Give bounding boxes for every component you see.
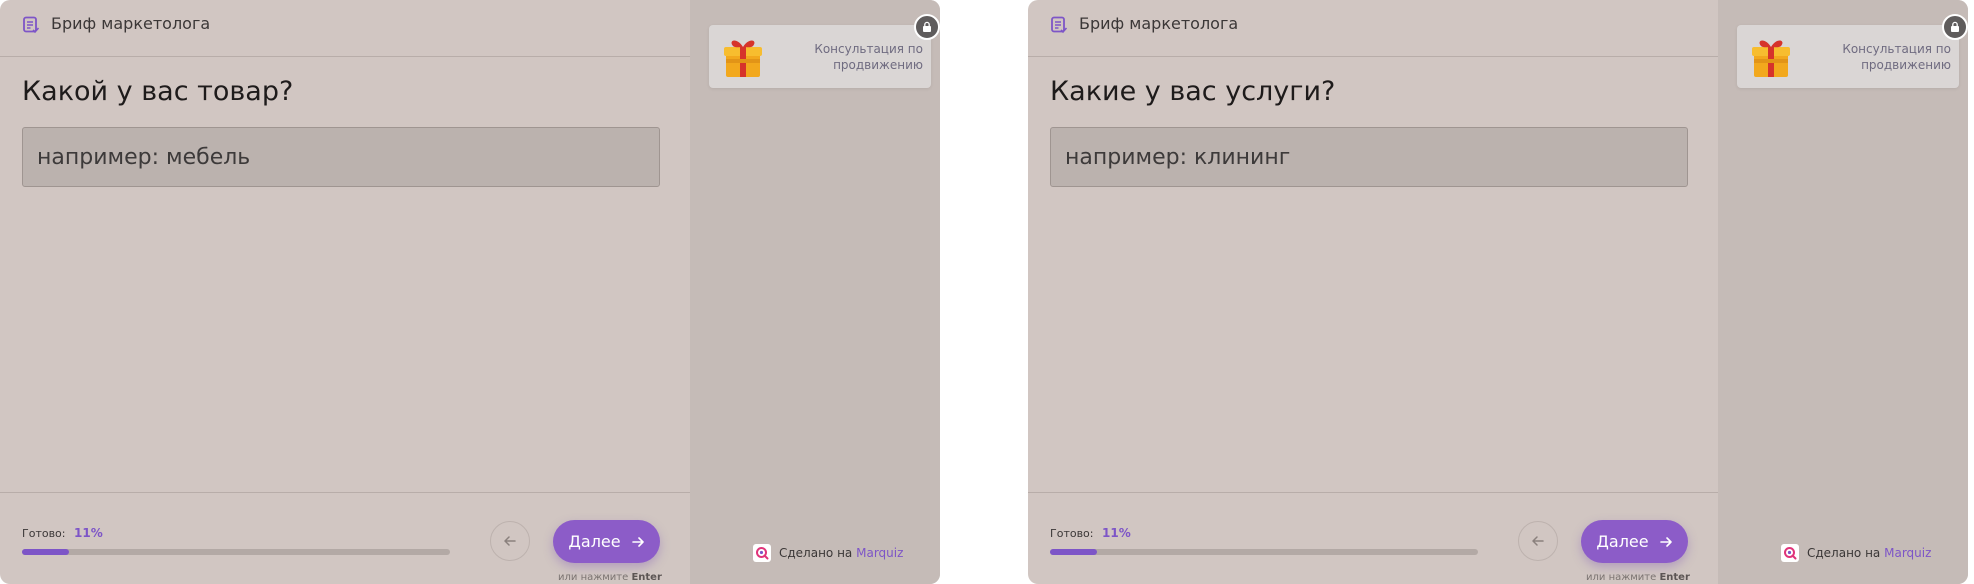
- quiz-header: Бриф маркетолога: [0, 0, 690, 57]
- quiz-footer: Готово: 11% Далее или нажмите Enter: [1028, 492, 1718, 584]
- arrow-right-icon: [1659, 536, 1672, 547]
- next-button-label: Далее: [568, 531, 621, 551]
- next-button[interactable]: Далее: [553, 520, 660, 563]
- quiz-footer: Готово: 11% Далее или нажмите Enter: [0, 492, 690, 584]
- back-button[interactable]: [490, 521, 530, 561]
- lock-icon: [914, 14, 940, 40]
- enter-hint-prefix: или нажмите: [558, 572, 629, 583]
- made-by-text: Сделано на Marquiz: [1807, 546, 1931, 560]
- marquiz-logo-icon: [753, 544, 771, 562]
- document-icon: [1051, 16, 1068, 34]
- quiz-title: Бриф маркетолога: [1079, 14, 1239, 33]
- arrow-left-icon: [1532, 536, 1544, 546]
- marquiz-link[interactable]: Marquiz: [1884, 546, 1931, 560]
- quiz-sidebar: Консультация по продвижению Сделано на M…: [1718, 0, 1968, 584]
- arrow-left-icon: [504, 536, 516, 546]
- question-text: Какие у вас услуги?: [1050, 76, 1336, 107]
- bonus-text: Консультация по продвижению: [814, 42, 923, 72]
- lock-icon: [1942, 14, 1968, 40]
- quiz-main-area: Бриф маркетолога Какой у вас товар? Гото…: [0, 0, 690, 584]
- marquiz-logo-icon: [1781, 544, 1799, 562]
- progress-value: 11%: [74, 526, 103, 540]
- quiz-header: Бриф маркетолога: [1028, 0, 1718, 57]
- marquiz-link[interactable]: Marquiz: [856, 546, 903, 560]
- made-by-text: Сделано на Marquiz: [779, 546, 903, 560]
- arrow-right-icon: [631, 536, 644, 547]
- quiz-sidebar: Консультация по продвижению Сделано на M…: [690, 0, 940, 584]
- back-button[interactable]: [1518, 521, 1558, 561]
- bonus-text: Консультация по продвижению: [1842, 42, 1951, 72]
- progress-bar-fill: [1050, 549, 1098, 555]
- quiz-title: Бриф маркетолога: [51, 14, 211, 33]
- gift-icon: [1752, 40, 1790, 77]
- enter-hint: или нажмите Enter: [558, 572, 662, 584]
- made-by-prefix: Сделано на: [1807, 546, 1881, 560]
- quiz-panel-1: Бриф маркетолога Какой у вас товар? Гото…: [0, 0, 940, 584]
- enter-hint-prefix: или нажмите: [1586, 572, 1657, 583]
- enter-hint-key: Enter: [1659, 572, 1690, 583]
- made-by-prefix: Сделано на: [779, 546, 853, 560]
- progress-value: 11%: [1102, 526, 1131, 540]
- question-text: Какой у вас товар?: [22, 76, 294, 107]
- made-with-marquiz[interactable]: Сделано на Marquiz: [753, 544, 903, 562]
- quiz-main-area: Бриф маркетолога Какие у вас услуги? Гот…: [1028, 0, 1718, 584]
- answer-input[interactable]: [22, 127, 660, 187]
- next-button-label: Далее: [1596, 531, 1649, 551]
- made-with-marquiz[interactable]: Сделано на Marquiz: [1781, 544, 1931, 562]
- progress-label: Готово:: [22, 527, 66, 540]
- enter-hint-key: Enter: [631, 572, 662, 583]
- bonus-card[interactable]: Консультация по продвижению: [1737, 25, 1959, 88]
- document-icon: [23, 16, 40, 34]
- enter-hint: или нажмите Enter: [1586, 572, 1690, 584]
- progress-bar: [1050, 549, 1478, 555]
- quiz-panel-2: Бриф маркетолога Какие у вас услуги? Гот…: [1028, 0, 1968, 584]
- bonus-card[interactable]: Консультация по продвижению: [709, 25, 931, 88]
- progress-label: Готово:: [1050, 527, 1094, 540]
- progress-bar: [22, 549, 450, 555]
- answer-input[interactable]: [1050, 127, 1688, 187]
- gift-icon: [724, 40, 762, 77]
- progress-bar-fill: [22, 549, 70, 555]
- next-button[interactable]: Далее: [1581, 520, 1688, 563]
